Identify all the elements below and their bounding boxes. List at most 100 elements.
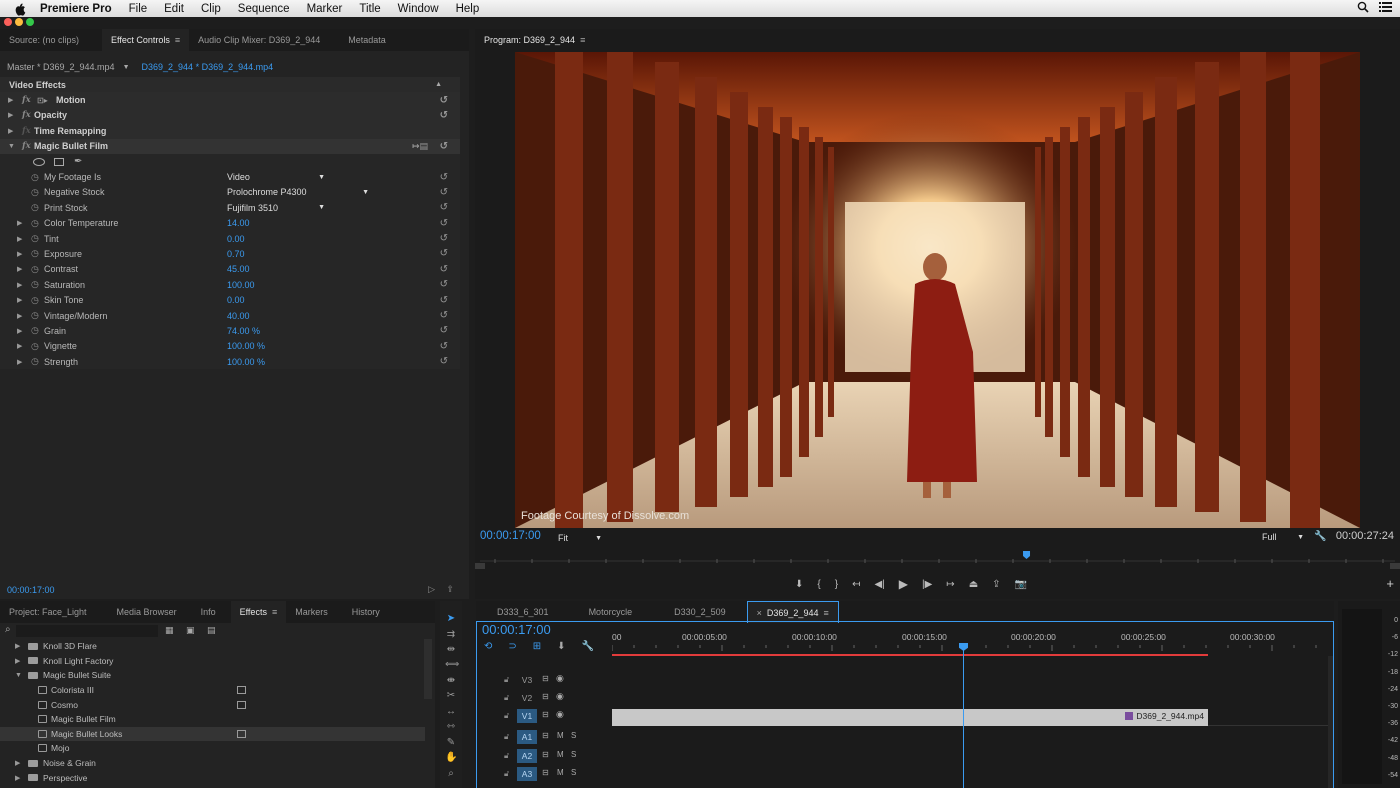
reset-icon[interactable]: ↺ <box>440 95 448 106</box>
reset-icon[interactable]: ↺ <box>440 172 448 183</box>
minimize-window-button[interactable] <box>15 18 23 26</box>
expand-triangle-icon[interactable]: ▶ <box>8 111 13 119</box>
tab-media-browser[interactable]: Media Browser <box>108 601 186 623</box>
effect-item[interactable]: Cosmo <box>0 697 425 712</box>
video-clip[interactable]: D369_2_944.mp4 <box>612 709 1208 726</box>
reset-icon[interactable]: ↺ <box>440 218 448 229</box>
eye-visibility-icon[interactable]: ◉ <box>556 709 564 720</box>
panel-menu-icon[interactable]: ≡ <box>272 607 277 617</box>
tab-project[interactable]: Project: Face_Light <box>0 601 96 623</box>
expand-triangle-icon[interactable]: ▶ <box>17 327 22 335</box>
notification-center-icon[interactable] <box>1379 1 1392 13</box>
tab-audio-clip-mixer[interactable]: Audio Clip Mixer: D369_2_944 <box>189 29 329 51</box>
stopwatch-icon[interactable]: ◷ <box>31 218 39 229</box>
expand-triangle-icon[interactable]: ▶ <box>17 296 22 304</box>
lock-icon[interactable]: 🔓︎ <box>504 675 509 685</box>
rectangle-mask-icon[interactable] <box>54 157 64 166</box>
stopwatch-icon[interactable]: ◷ <box>31 187 39 198</box>
export-icon[interactable]: ⇪ <box>446 584 454 595</box>
wrench-settings-icon[interactable]: 🔧 <box>1314 531 1326 542</box>
timeline-playhead[interactable] <box>959 643 968 788</box>
reset-icon[interactable]: ↺ <box>440 187 448 198</box>
pen-mask-icon[interactable]: ✒ <box>74 156 82 167</box>
reset-icon[interactable]: ↺ <box>440 248 448 259</box>
effects-scrollbar[interactable] <box>424 639 432 699</box>
tab-sequence-d330[interactable]: D330_2_509 <box>665 601 735 623</box>
razor-tool-icon[interactable]: ✂ <box>445 690 457 702</box>
track-label[interactable]: V3 <box>517 673 537 687</box>
effect-motion[interactable]: ▶ fx ⊡▸ Motion ↺ <box>0 92 460 108</box>
filter-icon[interactable]: ▷ <box>428 584 435 595</box>
expand-triangle-icon[interactable]: ▶ <box>17 312 22 320</box>
snap-icon[interactable]: ⊃ <box>508 641 516 652</box>
solo-button[interactable]: S <box>571 768 576 777</box>
menu-file[interactable]: File <box>129 3 148 15</box>
effect-folder-item[interactable]: ▶ Knoll Light Factory <box>0 654 425 669</box>
expand-triangle-icon[interactable]: ▶ <box>8 127 13 135</box>
play-icon[interactable]: ▶ <box>899 577 908 591</box>
effect-folder-item[interactable]: ▶ Perspective <box>0 770 425 785</box>
eye-visibility-icon[interactable]: ◉ <box>556 691 564 702</box>
menu-title[interactable]: Title <box>359 3 380 15</box>
yuv-effects-icon[interactable]: ▤ <box>207 625 216 636</box>
timeline-timecode[interactable]: 00:00:17:00 <box>482 622 551 637</box>
tab-effect-controls[interactable]: Effect Controls ≡ <box>102 29 190 51</box>
zoom-tool-icon[interactable]: ⌕ <box>445 768 457 780</box>
effect-magic-bullet-film[interactable]: ▼ fx Magic Bullet Film ↦▤ ↺ <box>0 138 460 154</box>
sync-lock-icon[interactable]: ⊟ <box>542 731 549 740</box>
effect-item[interactable]: Magic Bullet Film <box>0 712 425 727</box>
expand-triangle-icon[interactable]: ▶ <box>17 250 22 258</box>
effect-time-remapping[interactable]: ▶ fx Time Remapping <box>0 123 460 139</box>
zoom-window-button[interactable] <box>26 18 34 26</box>
program-time-ruler[interactable] <box>475 549 1400 571</box>
track-label[interactable]: V2 <box>517 691 537 705</box>
tab-markers[interactable]: Markers <box>286 601 337 623</box>
reset-icon[interactable]: ↺ <box>440 341 448 352</box>
apple-logo-icon[interactable] <box>13 2 27 16</box>
rate-stretch-tool-icon[interactable]: ⇼ <box>445 675 457 687</box>
nest-icon[interactable]: ⟲ <box>484 641 492 652</box>
slip-tool-icon[interactable]: ↔ <box>445 706 457 718</box>
menu-window[interactable]: Window <box>398 3 439 15</box>
rolling-edit-tool-icon[interactable]: ⟺ <box>445 659 459 671</box>
sync-lock-icon[interactable]: ⊟ <box>542 768 549 777</box>
stopwatch-icon[interactable]: ◷ <box>31 325 39 336</box>
param-value[interactable]: 45.00 <box>227 264 250 274</box>
param-value[interactable]: 0.70 <box>227 249 245 259</box>
track-label[interactable]: A1 <box>517 730 537 744</box>
expand-triangle-icon[interactable]: ▶ <box>15 642 20 650</box>
param-value[interactable]: 74.00 % <box>227 326 260 336</box>
reset-icon[interactable]: ↺ <box>440 233 448 244</box>
stopwatch-icon[interactable]: ◷ <box>31 341 39 352</box>
effect-opacity[interactable]: ▶ fx Opacity ↺ <box>0 107 460 124</box>
timeline-scrollbar[interactable] <box>1328 656 1333 788</box>
zoom-level-dropdown[interactable]: Fit ▼ <box>558 532 602 544</box>
lock-icon[interactable]: 🔓︎ <box>504 769 509 779</box>
go-to-in-icon[interactable]: ↤ <box>852 579 860 590</box>
spotlight-search-icon[interactable] <box>1357 1 1369 13</box>
effect-folder-item[interactable]: ▶ Knoll 3D Flare <box>0 639 425 654</box>
effects-search-input[interactable] <box>16 625 158 637</box>
effect-controls-timecode[interactable]: 00:00:17:00 <box>7 585 55 595</box>
param-value[interactable]: 0.00 <box>227 295 245 305</box>
solo-button[interactable]: S <box>571 750 576 759</box>
ellipse-mask-icon[interactable] <box>33 157 45 166</box>
panel-menu-icon[interactable]: ≡ <box>580 35 585 45</box>
add-button-icon[interactable]: + <box>1386 576 1394 591</box>
mute-button[interactable]: M <box>557 731 564 740</box>
reset-icon[interactable]: ↺ <box>440 356 448 367</box>
mute-button[interactable]: M <box>557 768 564 777</box>
param-value[interactable]: 40.00 <box>227 311 250 321</box>
hand-tool-icon[interactable]: ✋ <box>445 752 457 764</box>
close-window-button[interactable] <box>4 18 12 26</box>
program-playhead[interactable] <box>1023 551 1031 559</box>
expand-triangle-icon[interactable]: ▶ <box>15 774 20 782</box>
reset-icon[interactable]: ↺ <box>440 295 448 306</box>
mark-in-icon[interactable]: { <box>817 579 820 590</box>
reset-icon[interactable]: ↺ <box>440 279 448 290</box>
mark-out-icon[interactable]: } <box>835 579 838 590</box>
expand-triangle-icon[interactable]: ▶ <box>17 358 22 366</box>
collapse-triangle-icon[interactable]: ▼ <box>15 672 22 679</box>
32bit-effects-icon[interactable]: ▣ <box>186 625 195 636</box>
export-frame-camera-icon[interactable]: 📷 <box>1015 579 1027 590</box>
